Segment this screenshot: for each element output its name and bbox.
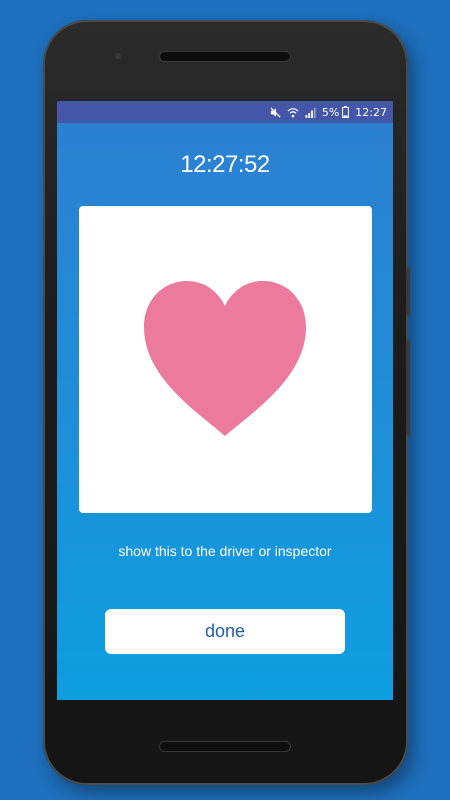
app-screen: 5% 12:27 12:27:52 show this to the drive… — [57, 101, 393, 700]
heart-icon — [144, 281, 306, 436]
battery-percent: 5% — [321, 105, 340, 119]
ticket-clock: 12:27:52 — [180, 151, 270, 178]
status-bar: 5% 12:27 — [57, 101, 393, 123]
volume-button — [406, 340, 410, 436]
signal-icon — [305, 107, 316, 118]
mute-icon — [270, 106, 281, 118]
ticket-symbol-card — [79, 206, 372, 513]
done-button[interactable]: done — [105, 609, 345, 654]
front-camera — [115, 53, 121, 59]
battery-icon — [342, 106, 350, 118]
instruction-text: show this to the driver or inspector — [118, 543, 332, 559]
status-time: 12:27 — [355, 105, 387, 119]
bottom-speaker — [160, 742, 290, 751]
power-button — [406, 268, 410, 316]
earpiece-speaker — [160, 52, 290, 61]
wifi-icon — [287, 107, 299, 118]
